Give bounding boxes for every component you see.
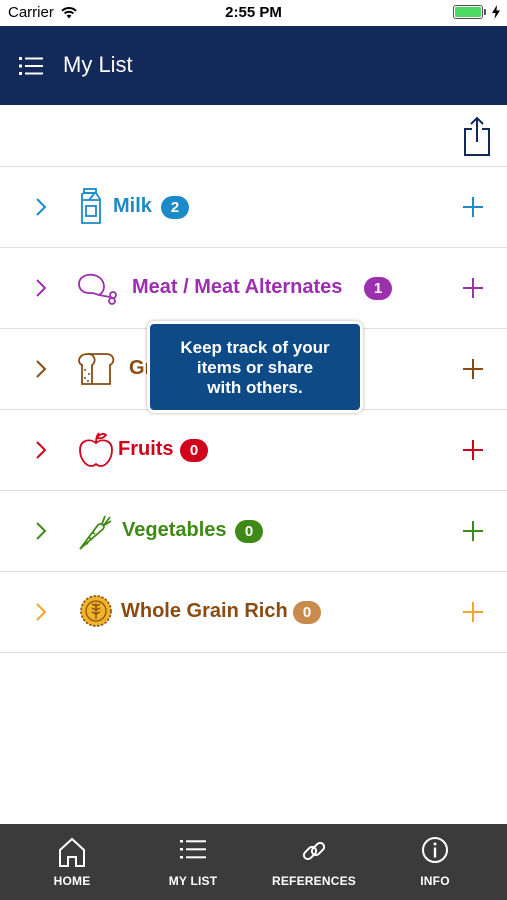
whole-grain-seal-icon — [80, 595, 112, 627]
count-badge-meat: 1 — [364, 277, 392, 300]
milk-carton-icon — [81, 188, 101, 224]
list-row-fruits[interactable]: Fruits 0 — [0, 410, 507, 491]
tab-references[interactable]: REFERENCES — [264, 824, 364, 900]
list-row-whole-grain-rich[interactable]: Whole Grain Rich 0 — [0, 572, 507, 653]
count-badge-milk: 2 — [161, 196, 189, 219]
share-icon[interactable] — [461, 115, 493, 157]
row-label-vegetables: Vegetables — [122, 519, 227, 541]
count-badge-whole-grain-rich: 0 — [293, 601, 321, 624]
tab-info-label: INFO — [420, 874, 450, 888]
chevron-right-icon[interactable] — [33, 439, 49, 461]
list-icon — [180, 840, 206, 859]
list-row-vegetables[interactable]: Vegetables 0 — [0, 491, 507, 572]
chevron-right-icon[interactable] — [33, 277, 49, 299]
row-label-milk: Milk — [113, 195, 152, 217]
add-grains-icon[interactable] — [462, 358, 484, 380]
chevron-right-icon[interactable] — [33, 601, 49, 623]
list-row-milk[interactable]: Milk 2 — [0, 167, 507, 248]
row-label-meat: Meat / Meat Alternates — [132, 276, 343, 298]
chevron-right-icon[interactable] — [33, 358, 49, 380]
count-badge-vegetables: 0 — [235, 520, 263, 543]
bread-icon — [78, 353, 115, 385]
toolbar — [0, 105, 507, 167]
add-whole-grain-rich-icon[interactable] — [462, 601, 484, 623]
add-vegetables-icon[interactable] — [462, 520, 484, 542]
tooltip-line-2: items or share — [196, 358, 314, 377]
menu-icon[interactable] — [17, 52, 45, 80]
list-row-meat[interactable]: Meat / Meat Alternates 1 — [0, 248, 507, 329]
tooltip-line-3: with others. — [207, 378, 303, 397]
tab-info[interactable]: INFO — [385, 824, 485, 900]
tab-home-label: HOME — [53, 874, 91, 888]
carrot-icon — [79, 515, 112, 550]
apple-icon — [79, 432, 113, 467]
tooltip-line-1: Keep track of your — [180, 338, 330, 357]
battery-status — [453, 5, 501, 19]
charging-icon — [492, 5, 500, 19]
row-label-whole-grain-rich: Whole Grain Rich — [121, 600, 288, 622]
info-icon — [422, 837, 448, 863]
nav-bar: My List — [0, 26, 507, 105]
home-icon — [59, 837, 85, 867]
add-fruits-icon[interactable] — [462, 439, 484, 461]
tab-my-list-label: MY LIST — [168, 874, 218, 888]
chevron-right-icon[interactable] — [33, 520, 49, 542]
tab-bar: HOME MY LIST REFERENCES INFO — [0, 824, 507, 900]
count-badge-fruits: 0 — [180, 439, 208, 462]
battery-icon — [453, 5, 486, 19]
tab-references-label: REFERENCES — [271, 874, 356, 888]
drumstick-icon — [78, 273, 117, 305]
onboarding-tooltip[interactable]: Keep track of your items or share with o… — [147, 321, 363, 413]
status-bar: Carrier 2:55 PM — [0, 0, 507, 26]
tab-my-list[interactable]: MY LIST — [143, 824, 243, 900]
add-meat-icon[interactable] — [462, 277, 484, 299]
page-title: My List — [63, 52, 133, 77]
row-label-fruits: Fruits — [118, 438, 174, 460]
chevron-right-icon[interactable] — [33, 196, 49, 218]
add-milk-icon[interactable] — [462, 196, 484, 218]
status-time: 2:55 PM — [225, 4, 282, 21]
link-icon — [302, 841, 326, 861]
tab-home[interactable]: HOME — [22, 824, 122, 900]
